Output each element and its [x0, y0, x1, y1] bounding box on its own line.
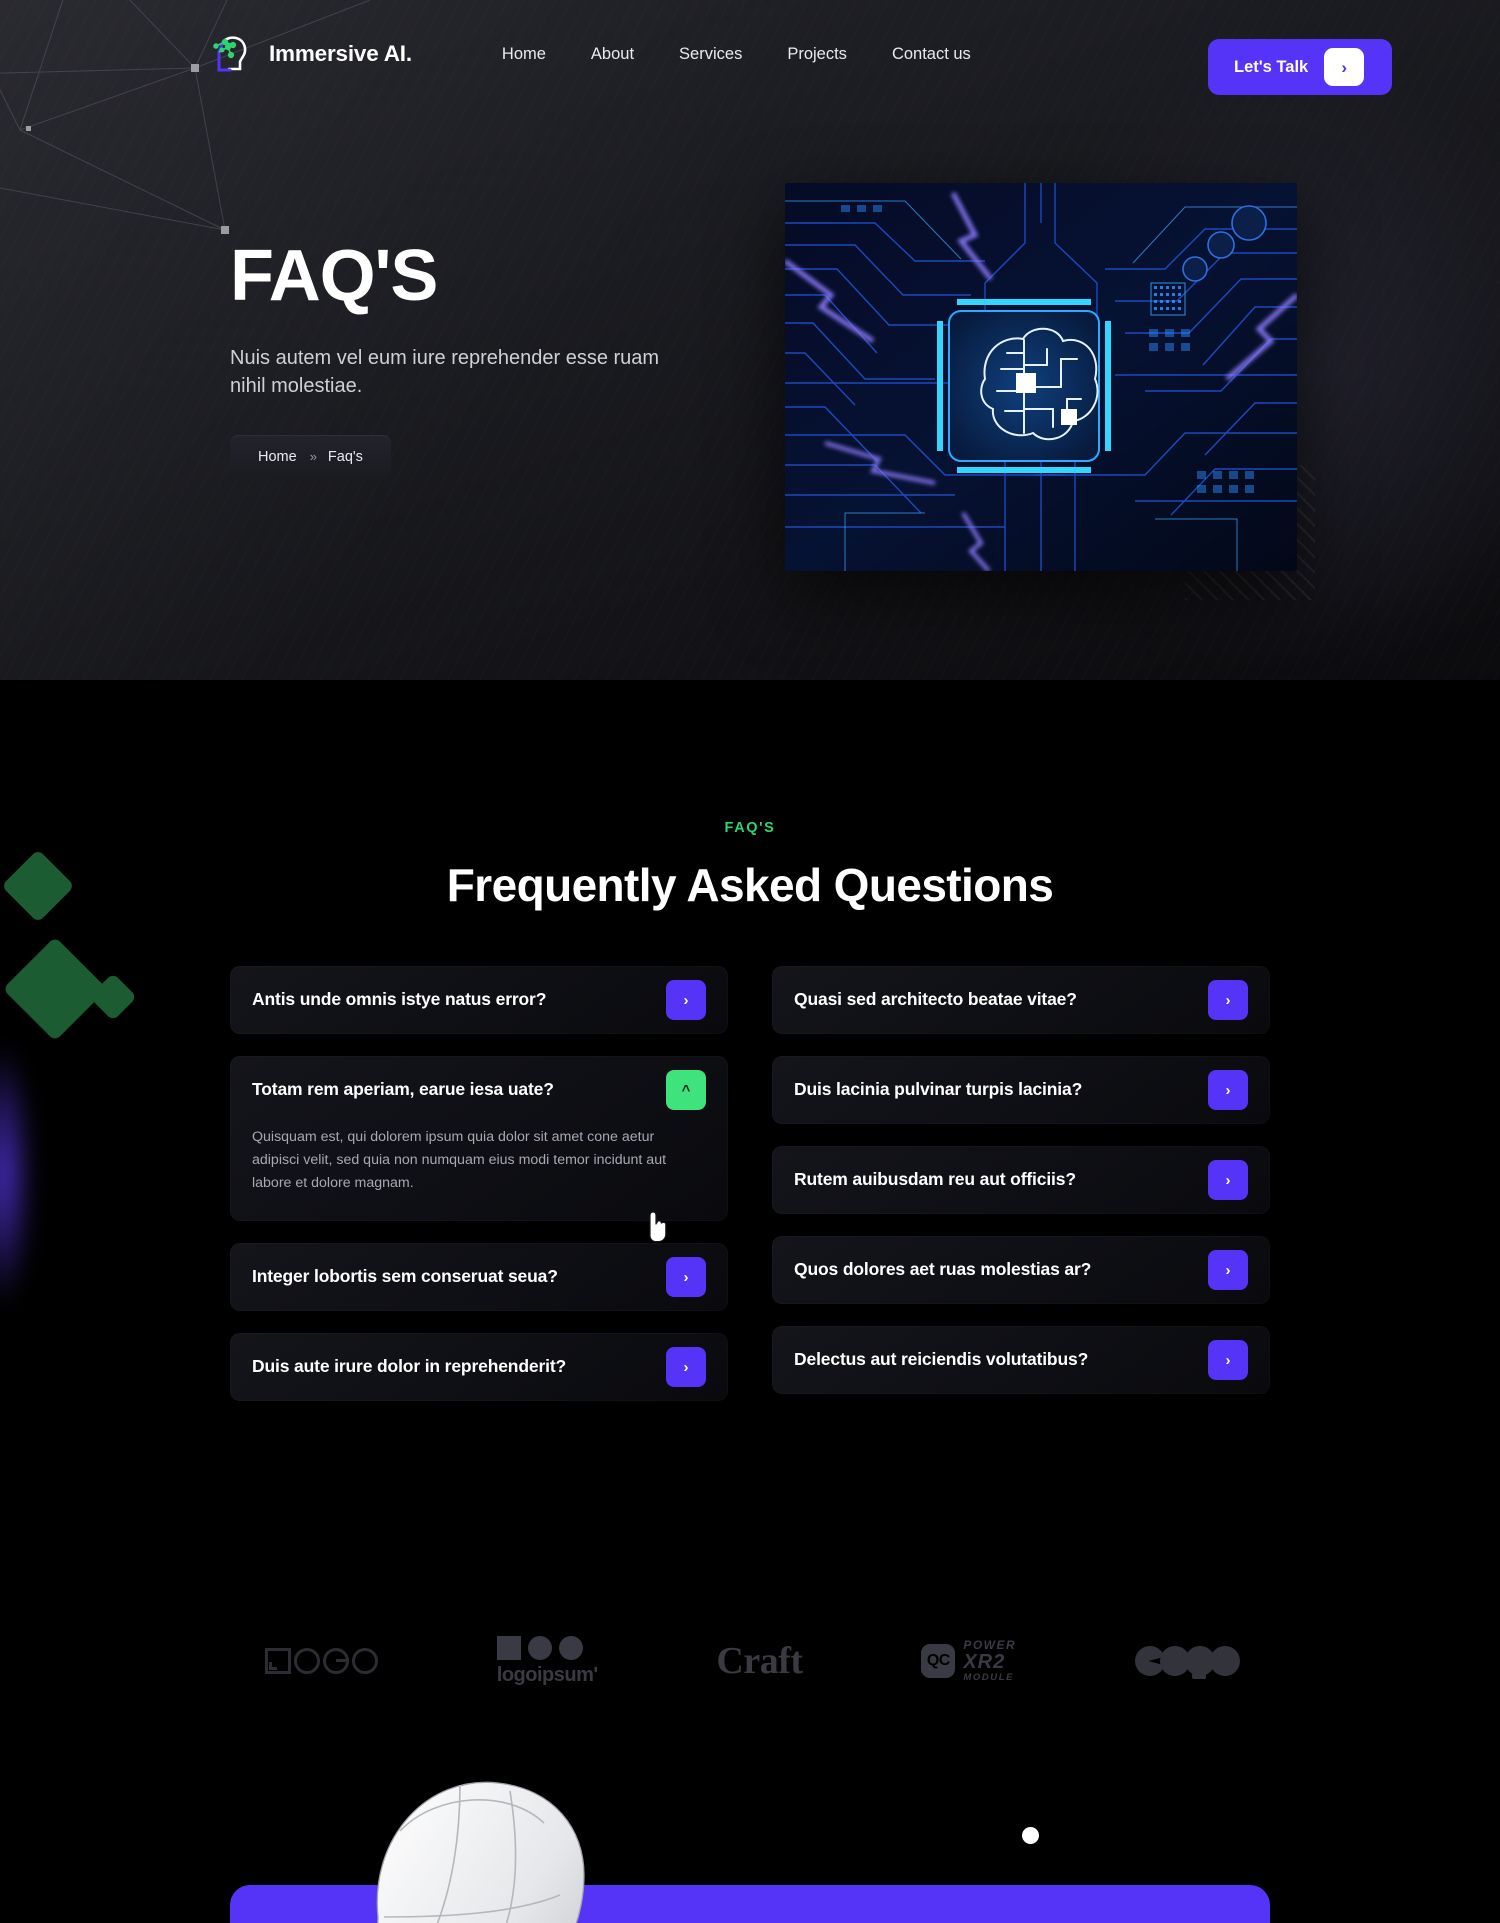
nav-item-about[interactable]: About [591, 45, 634, 64]
faq-item[interactable]: Antis unde omnis istye natus error? › [230, 966, 728, 1034]
lets-talk-button[interactable]: Let's Talk › [1208, 39, 1392, 95]
faq-header[interactable]: Quasi sed architecto beatae vitae? › [794, 966, 1248, 1034]
logoipsum-shapes [496, 1635, 583, 1660]
partner-logo-strip: logoipsum' Craft QC POWER XR2 MODULE [225, 1601, 1275, 1721]
logo-circle-icon-1 [294, 1648, 320, 1674]
faq-header[interactable]: Duis aute irure dolor in reprehenderit? … [252, 1333, 706, 1401]
chevron-right-icon[interactable]: › [666, 1347, 706, 1387]
brand-name: Immersive AI. [269, 41, 412, 66]
faq-item[interactable]: Rutem auibusdam reu aut officiis? › [772, 1146, 1270, 1214]
chevron-right-icon[interactable]: › [1208, 1070, 1248, 1110]
page-root: Immersive AI. Home About Services Projec… [0, 0, 1500, 1923]
ai-circuit-brain-image [785, 183, 1297, 571]
power-xr2-wordmark: POWER XR2 MODULE [963, 1639, 1016, 1683]
faq-header[interactable]: Delectus aut reiciendis volutatibus? › [794, 1326, 1248, 1394]
faq-column-left: Antis unde omnis istye natus error? › To… [230, 966, 728, 1401]
main-nav: Home About Services Projects Contact us [502, 45, 971, 64]
faq-answer: Quisquam est, qui dolorem ipsum quia dol… [252, 1129, 667, 1191]
faq-item-expanded[interactable]: Totam rem aperiam, earue iesa uate? ^ Qu… [230, 1056, 728, 1221]
faq-question: Rutem auibusdam reu aut officiis? [794, 1169, 1076, 1190]
purple-glow-decoration [0, 1040, 34, 1310]
faq-item[interactable]: Integer lobortis sem conseruat seua? › [230, 1243, 728, 1311]
nav-item-projects[interactable]: Projects [787, 45, 847, 64]
faq-question: Quasi sed architecto beatae vitae? [794, 989, 1077, 1010]
faq-item[interactable]: Duis aute irure dolor in reprehenderit? … [230, 1333, 728, 1401]
logo-circle-icon-2 [352, 1648, 378, 1674]
hero-subtitle: Nuis autem vel eum iure reprehender esse… [230, 347, 660, 398]
faq-question: Duis aute irure dolor in reprehenderit? [252, 1356, 567, 1377]
logo-mark-qc-power-xr2: QC POWER XR2 MODULE [921, 1639, 1016, 1683]
ai-head-icon [205, 28, 257, 80]
faq-question: Integer lobortis sem conseruat seua? [252, 1266, 558, 1287]
logo-mark-logoipsum: logoipsum' [496, 1635, 598, 1687]
xr2-text: XR2 [963, 1651, 1006, 1674]
faq-question: Totam rem aperiam, earue iesa uate? [252, 1079, 554, 1100]
faq-item[interactable]: Quos dolores aet ruas molestias ar? › [772, 1236, 1270, 1304]
faq-header[interactable]: Duis lacinia pulvinar turpis lacinia? › [794, 1056, 1248, 1124]
faq-question: Delectus aut reiciendis volutatibus? [794, 1349, 1089, 1370]
hero-section: Immersive AI. Home About Services Projec… [0, 0, 1500, 680]
chevron-right-icon[interactable]: › [666, 1257, 706, 1297]
chevron-right-icon: › [1324, 48, 1365, 86]
faq-eyebrow: FAQ'S [724, 820, 776, 836]
logo-mark-craft: Craft [716, 1640, 803, 1682]
qc-badge-icon: QC [921, 1644, 956, 1678]
faq-header[interactable]: Integer lobortis sem conseruat seua? › [252, 1243, 706, 1311]
logo-circle-dash-icon [323, 1648, 349, 1674]
faq-header[interactable]: Totam rem aperiam, earue iesa uate? ^ [252, 1056, 706, 1124]
faq-section: FAQ'S Frequently Asked Questions Antis u… [0, 680, 1500, 1401]
faq-header[interactable]: Quos dolores aet ruas molestias ar? › [794, 1236, 1248, 1304]
breadcrumb-separator-icon: » [309, 449, 317, 465]
chevron-up-icon[interactable]: ^ [666, 1070, 706, 1110]
faq-item[interactable]: Delectus aut reiciendis volutatibus? › [772, 1326, 1270, 1394]
breadcrumb: Home » Faq's [230, 434, 391, 479]
module-text: MODULE [963, 1672, 1015, 1684]
nav-item-services[interactable]: Services [679, 45, 742, 64]
breadcrumb-home[interactable]: Home [258, 449, 297, 465]
white-dot-decoration [1022, 1827, 1039, 1844]
chevron-right-icon[interactable]: › [1208, 1160, 1248, 1200]
lets-talk-label: Let's Talk [1234, 57, 1309, 76]
brand-logo[interactable]: Immersive AI. [205, 28, 412, 80]
power-text: POWER [963, 1638, 1017, 1653]
chevron-right-icon[interactable]: › [666, 980, 706, 1020]
green-diamond-decoration-2 [2, 936, 108, 1042]
chevron-right-icon[interactable]: › [1208, 1340, 1248, 1380]
faq-question: Quos dolores aet ruas molestias ar? [794, 1259, 1092, 1280]
faq-question: Duis lacinia pulvinar turpis lacinia? [794, 1079, 1083, 1100]
logoipsum-wordmark: logoipsum' [496, 1663, 598, 1686]
nav-item-contact-us[interactable]: Contact us [892, 45, 971, 64]
logo-mark-logo [265, 1648, 378, 1674]
breadcrumb-current: Faq's [327, 448, 363, 465]
chevron-right-icon[interactable]: › [1208, 980, 1248, 1020]
hero-content: FAQ'S Nuis autem vel eum iure reprehende… [230, 240, 750, 479]
faq-column-right: Quasi sed architecto beatae vitae? › Dui… [772, 966, 1270, 1394]
faq-title: Frequently Asked Questions [446, 859, 1054, 911]
faq-question: Antis unde omnis istye natus error? [252, 989, 547, 1010]
hero-image [785, 183, 1297, 571]
site-header: Immersive AI. Home About Services Projec… [0, 0, 1500, 108]
faq-header[interactable]: Rutem auibusdam reu aut officiis? › [794, 1146, 1248, 1214]
faq-item[interactable]: Quasi sed architecto beatae vitae? › [772, 966, 1270, 1034]
faq-grid: Antis unde omnis istye natus error? › To… [230, 966, 1270, 1401]
robot-head-image [376, 1781, 585, 1923]
logo-dot-icon-2 [1184, 1646, 1215, 1679]
chevron-right-icon[interactable]: › [1208, 1250, 1248, 1290]
logo-square-icon [265, 1648, 291, 1674]
page-title: FAQ'S [230, 236, 438, 316]
nav-item-home[interactable]: Home [502, 45, 546, 64]
faq-item[interactable]: Duis lacinia pulvinar turpis lacinia? › [772, 1056, 1270, 1124]
get-started-cta-section: GET STARTED [0, 1757, 1500, 1923]
logo-mark-logo-round [1134, 1646, 1240, 1679]
faq-header[interactable]: Antis unde omnis istye natus error? › [252, 966, 706, 1034]
